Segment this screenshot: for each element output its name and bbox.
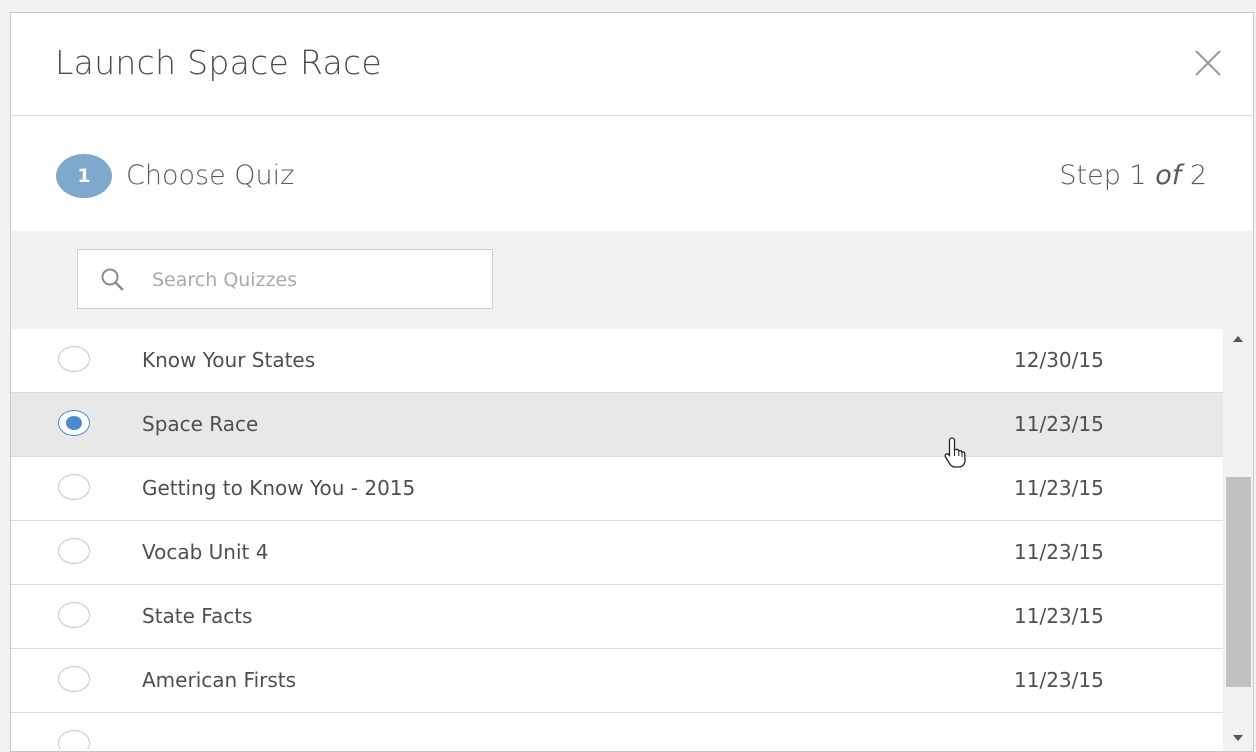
step-label: Choose Quiz (126, 160, 295, 191)
quiz-radio[interactable] (58, 346, 90, 372)
quiz-date: 12/30/15 (1014, 348, 1104, 372)
quiz-radio[interactable] (58, 602, 90, 628)
quiz-name: Know Your States (142, 348, 316, 372)
scrollbar-thumb[interactable] (1226, 477, 1251, 687)
quiz-name: Vocab Unit 4 (142, 540, 269, 564)
quiz-radio[interactable] (58, 410, 90, 436)
modal-title: Launch Space Race (55, 43, 383, 82)
quiz-row[interactable]: Vocab Unit 4 11/23/15 (11, 521, 1223, 585)
quiz-date: 11/23/15 (1014, 412, 1104, 436)
search-box[interactable] (77, 249, 493, 309)
step-indicator-of: of (1155, 160, 1182, 191)
search-icon (101, 268, 124, 291)
quiz-radio[interactable] (58, 474, 90, 500)
step-number-badge: 1 (56, 154, 112, 198)
step-header: 1 Choose Quiz Step 1 of 2 (11, 116, 1253, 231)
quiz-radio[interactable] (58, 538, 90, 564)
quiz-date: 11/23/15 (1014, 604, 1104, 628)
quiz-radio[interactable] (58, 730, 90, 749)
search-bar (11, 231, 1253, 329)
quiz-row[interactable]: American Firsts 11/23/15 (11, 649, 1223, 713)
close-icon (1195, 50, 1221, 76)
quiz-row-partial[interactable] (11, 713, 1223, 749)
quiz-date: 11/23/15 (1014, 476, 1104, 500)
quiz-name: Space Race (142, 412, 259, 436)
quiz-row[interactable]: Know Your States 12/30/15 (11, 329, 1223, 393)
quiz-row[interactable]: Space Race 11/23/15 (11, 393, 1223, 457)
close-button[interactable] (1191, 46, 1225, 80)
step-indicator: Step 1 of 2 (1059, 160, 1207, 191)
quiz-name: American Firsts (142, 668, 297, 692)
quiz-row[interactable]: Getting to Know You - 2015 11/23/15 (11, 457, 1223, 521)
quiz-list: Know Your States 12/30/15 Space Race 11/… (11, 329, 1223, 749)
scroll-down-arrow-icon[interactable] (1233, 735, 1243, 741)
launch-modal: Launch Space Race 1 Choose Quiz Step 1 o… (10, 12, 1254, 752)
quiz-radio[interactable] (58, 666, 90, 692)
quiz-row[interactable]: State Facts 11/23/15 (11, 585, 1223, 649)
step-indicator-total: 2 (1181, 160, 1207, 191)
scroll-up-arrow-icon[interactable] (1233, 336, 1243, 342)
quiz-date: 11/23/15 (1014, 540, 1104, 564)
modal-header: Launch Space Race (11, 13, 1253, 116)
quiz-name: State Facts (142, 604, 253, 628)
step-indicator-prefix: Step 1 (1059, 160, 1156, 191)
search-input[interactable] (150, 258, 474, 302)
quiz-date: 11/23/15 (1014, 668, 1104, 692)
list-scrollbar[interactable] (1223, 329, 1253, 751)
quiz-name: Getting to Know You - 2015 (142, 476, 416, 500)
